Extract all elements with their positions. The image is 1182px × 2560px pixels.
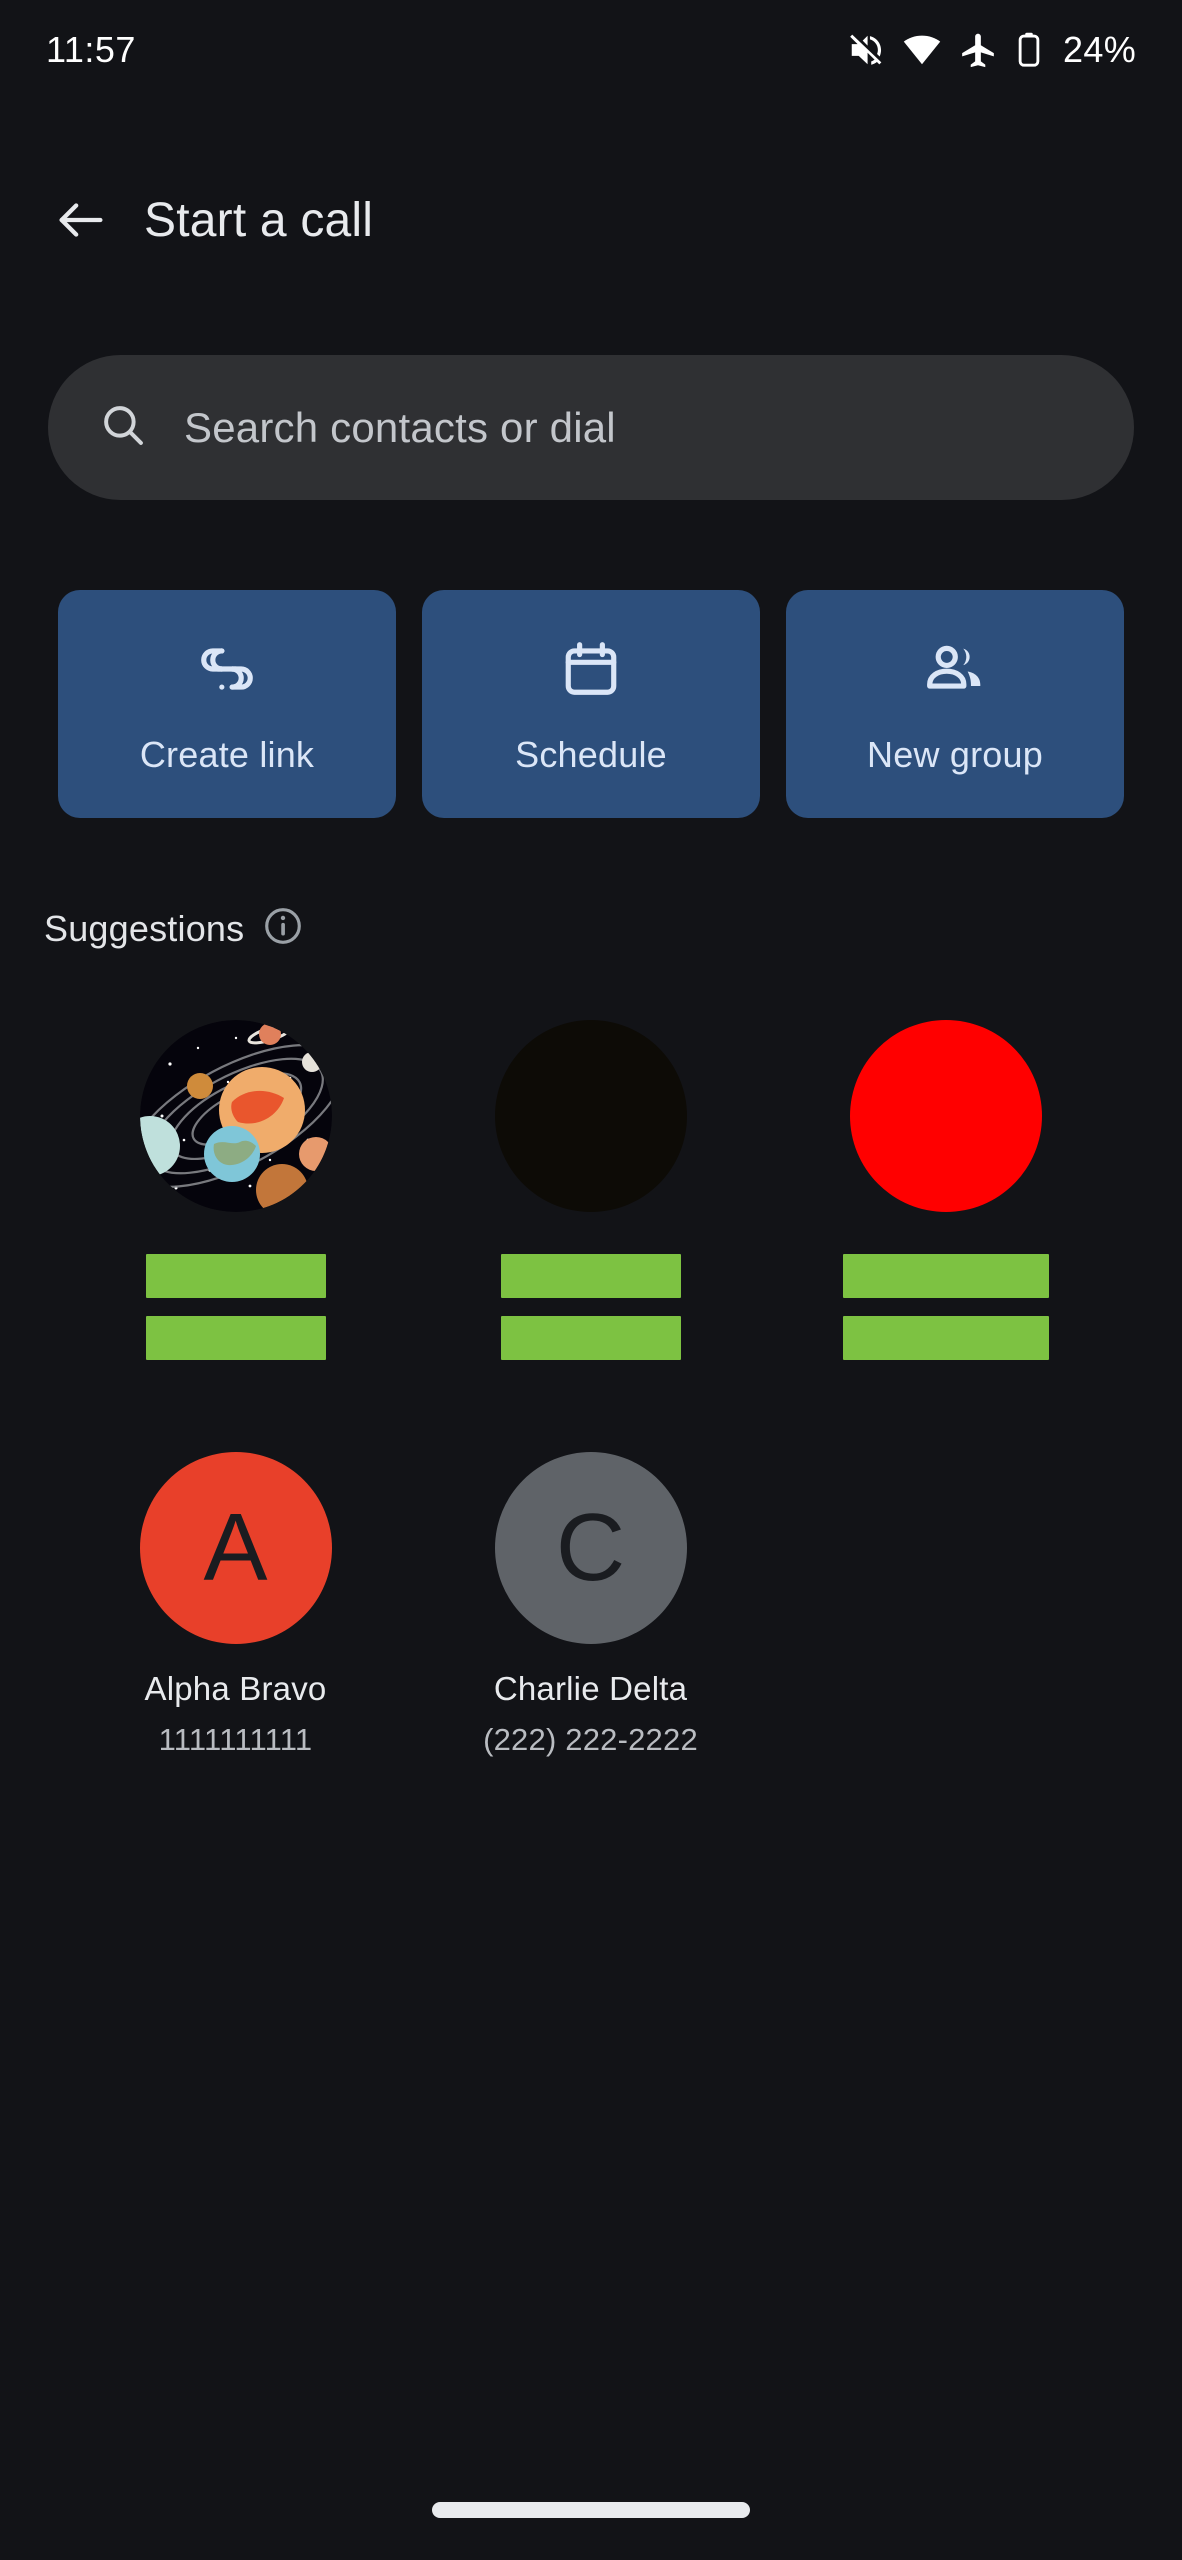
airplane-mode-icon <box>959 31 997 69</box>
suggestions-header: Suggestions <box>44 905 304 952</box>
suggestion-tile-alpha-bravo[interactable]: A Alpha Bravo 1111111111 <box>58 1452 413 1758</box>
status-bar: 11:57 24% <box>0 0 1182 100</box>
new-group-button[interactable]: New group <box>786 590 1124 818</box>
search-icon <box>98 400 148 455</box>
redacted-name-bar <box>500 1254 681 1298</box>
calendar-icon <box>560 632 622 706</box>
new-group-label: New group <box>867 734 1043 775</box>
info-icon[interactable] <box>262 905 304 952</box>
schedule-label: Schedule <box>515 734 667 775</box>
people-icon <box>922 632 988 706</box>
suggestion-tile[interactable] <box>768 1020 1123 1360</box>
suggestions-grid: A Alpha Bravo 1111111111 C Charlie Delta… <box>58 1020 1124 1794</box>
status-clock: 11:57 <box>46 29 136 70</box>
create-link-label: Create link <box>139 734 315 775</box>
redacted-name-bar <box>145 1254 326 1298</box>
redacted-name-bar <box>842 1254 1049 1298</box>
schedule-button[interactable]: Schedule <box>422 590 760 818</box>
contact-name: Charlie Delta <box>493 1670 688 1707</box>
suggestion-tile-charlie-delta[interactable]: C Charlie Delta (222) 222-2222 <box>413 1452 768 1758</box>
avatar: C <box>494 1452 687 1644</box>
search-placeholder: Search contacts or dial <box>184 403 616 451</box>
suggestion-tile[interactable] <box>413 1020 768 1360</box>
avatar <box>849 1020 1042 1212</box>
contact-phone: (222) 222-2222 <box>483 1722 698 1757</box>
redacted-detail-bar <box>500 1316 681 1360</box>
avatar: A <box>139 1452 332 1644</box>
avatar-initial: A <box>203 1494 268 1601</box>
page-title: Start a call <box>144 193 374 247</box>
battery-icon <box>1015 31 1043 69</box>
avatar <box>139 1020 332 1212</box>
solar-system-illustration-icon <box>139 1020 332 1212</box>
avatar <box>494 1020 687 1212</box>
quick-action-row: Create link Schedule New group <box>58 590 1124 818</box>
suggestion-tile[interactable] <box>58 1020 413 1360</box>
wifi-icon <box>903 31 941 69</box>
contact-phone: 1111111111 <box>158 1722 313 1757</box>
app-bar: Start a call <box>0 160 1182 280</box>
home-gesture-pill[interactable] <box>432 2502 750 2518</box>
phone-screen: 11:57 24% Start a call Search contacts o… <box>0 0 1182 2560</box>
redacted-detail-bar <box>842 1316 1049 1360</box>
mute-icon <box>847 31 885 69</box>
search-input[interactable]: Search contacts or dial <box>48 355 1134 500</box>
create-link-button[interactable]: Create link <box>58 590 396 818</box>
suggestions-title: Suggestions <box>44 907 245 949</box>
battery-percent-label: 24% <box>1063 29 1136 70</box>
contact-name: Alpha Bravo <box>144 1670 327 1707</box>
avatar-initial: C <box>555 1494 626 1601</box>
arrow-back-icon[interactable] <box>44 183 118 257</box>
status-icon-group: 24% <box>847 29 1136 71</box>
redacted-detail-bar <box>145 1316 326 1360</box>
link-icon <box>196 632 258 706</box>
